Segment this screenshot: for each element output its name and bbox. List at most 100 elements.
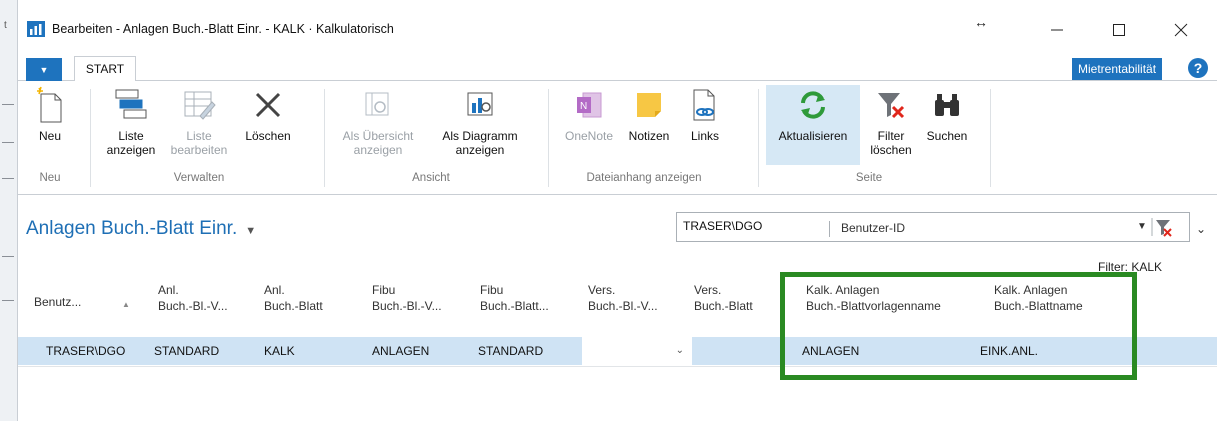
refresh-icon bbox=[801, 91, 825, 119]
column-header-benutzer[interactable]: Benutz... bbox=[34, 294, 81, 310]
tab-start[interactable]: START bbox=[74, 56, 136, 82]
column-header-label: Vers. bbox=[694, 283, 722, 297]
column-header-label: Anl. bbox=[158, 283, 179, 297]
group-label-neu: Neu bbox=[39, 172, 61, 184]
group-separator bbox=[548, 89, 549, 187]
chevron-down-icon[interactable]: ⌄ bbox=[1196, 222, 1206, 236]
show-as-chart-button[interactable]: Als Diagramm anzeigen bbox=[432, 85, 528, 157]
search-label: Suchen bbox=[926, 129, 968, 143]
new-document-icon bbox=[37, 86, 62, 123]
chart-label1: Als Diagramm bbox=[442, 129, 518, 143]
group-label-dateianhang: Dateianhang anzeigen bbox=[586, 172, 702, 184]
chart-icon bbox=[467, 92, 493, 116]
delete-icon bbox=[255, 92, 281, 118]
filter-field-select[interactable]: Benutzer-ID bbox=[841, 221, 905, 235]
maximize-button[interactable] bbox=[1097, 12, 1141, 48]
chart-label2: anzeigen bbox=[455, 143, 505, 157]
minimize-button[interactable] bbox=[1035, 12, 1079, 48]
new-label: Neu bbox=[38, 129, 61, 143]
refresh-label: Aktualisieren bbox=[778, 129, 848, 143]
clear-filter-button[interactable]: Filter löschen bbox=[868, 85, 914, 157]
svg-text:N: N bbox=[580, 101, 587, 112]
column-header-vers-blatt[interactable]: Vers. Buch.-Blatt bbox=[694, 282, 753, 314]
column-header-label: Buch.-Bl.-V... bbox=[372, 299, 442, 313]
divider bbox=[829, 221, 830, 237]
group-label-ansicht: Ansicht bbox=[412, 172, 450, 184]
refresh-button[interactable]: Aktualisieren bbox=[766, 85, 860, 165]
chevron-down-icon: ⌄ bbox=[675, 345, 684, 356]
close-button[interactable] bbox=[1159, 12, 1203, 48]
vers-vorlage-dropdown[interactable]: ⌄ bbox=[582, 337, 692, 365]
group-separator bbox=[758, 89, 759, 187]
column-header-anl-vorlage[interactable]: Anl. Buch.-Bl.-V... bbox=[158, 282, 228, 314]
show-list-label2: anzeigen bbox=[106, 143, 156, 157]
edit-list-button[interactable]: Liste bearbeiten bbox=[168, 85, 230, 157]
chevron-down-icon[interactable]: ▼ bbox=[245, 225, 256, 237]
notes-button[interactable]: Notizen bbox=[620, 85, 678, 143]
divider bbox=[2, 178, 14, 179]
resize-icon[interactable]: ↔ bbox=[974, 14, 988, 30]
column-header-label: Buch.-Blatt bbox=[264, 299, 323, 313]
maximize-icon bbox=[1113, 24, 1125, 36]
sort-ascending-icon[interactable]: ▲ bbox=[122, 300, 130, 309]
annotation-highlight-box bbox=[780, 272, 1137, 380]
column-header-label: Buch.-Bl.-V... bbox=[158, 299, 228, 313]
edit-list-label2: bearbeiten bbox=[170, 143, 228, 157]
notes-label: Notizen bbox=[628, 129, 670, 143]
app-menu-button[interactable]: ▼ bbox=[26, 58, 62, 82]
clear-filter-icon bbox=[878, 93, 905, 119]
help-icon[interactable]: ? bbox=[1188, 58, 1208, 78]
divider bbox=[2, 142, 14, 143]
clear-filter-label1: Filter bbox=[877, 129, 905, 143]
quick-filter[interactable]: TRASER\DGO Benutzer-ID ▼ bbox=[676, 212, 1190, 242]
delete-button[interactable]: Löschen bbox=[240, 85, 296, 143]
page-title-wrap[interactable]: Anlagen Buch.-Blatt Einr. ▼ bbox=[26, 218, 256, 240]
onenote-icon: N bbox=[577, 92, 602, 118]
binoculars-icon bbox=[935, 94, 959, 116]
ribbon: Neu Neu Liste anzeigen Liste bearbeiten bbox=[18, 81, 1217, 195]
chevron-down-icon[interactable]: ▼ bbox=[1137, 221, 1147, 232]
new-button[interactable]: Neu bbox=[30, 85, 70, 143]
edit-list-label1: Liste bbox=[186, 129, 212, 143]
title-bar: Bearbeiten - Anlagen Buch.-Blatt Einr. -… bbox=[18, 0, 1217, 52]
clear-filter-label2: löschen bbox=[870, 143, 912, 157]
column-header-fibu-blatt[interactable]: Fibu Buch.-Blatt... bbox=[480, 282, 549, 314]
links-button[interactable]: Links bbox=[682, 85, 728, 143]
show-as-overview-button[interactable]: Als Übersicht anzeigen bbox=[334, 85, 422, 157]
overview-icon bbox=[365, 92, 389, 116]
group-separator bbox=[990, 89, 991, 187]
cell-anl-blatt[interactable]: KALK bbox=[264, 344, 295, 358]
search-button[interactable]: Suchen bbox=[922, 85, 972, 143]
column-header-anl-blatt[interactable]: Anl. Buch.-Blatt bbox=[264, 282, 323, 314]
cell-anl-vorlage[interactable]: STANDARD bbox=[154, 344, 219, 358]
column-header-label: Buch.-Blatt bbox=[694, 299, 753, 313]
column-header-label: Buch.-Blatt... bbox=[480, 299, 549, 313]
edit-list-icon bbox=[184, 91, 216, 120]
show-list-button[interactable]: Liste anzeigen bbox=[102, 85, 160, 157]
notes-icon bbox=[637, 93, 661, 117]
column-header-label: Vers. bbox=[588, 283, 616, 297]
column-header-label: Fibu bbox=[480, 283, 504, 297]
links-label: Links bbox=[690, 129, 719, 143]
filter-input[interactable]: TRASER\DGO bbox=[683, 219, 762, 233]
onenote-button[interactable]: N OneNote bbox=[560, 85, 618, 143]
list-view-icon bbox=[115, 89, 147, 119]
cell-fibu-vorlage[interactable]: ANLAGEN bbox=[372, 344, 429, 358]
show-list-label1: Liste bbox=[118, 129, 144, 143]
delete-label: Löschen bbox=[245, 129, 291, 143]
cell-fibu-blatt[interactable]: STANDARD bbox=[478, 344, 543, 358]
divider bbox=[2, 256, 14, 257]
company-badge[interactable]: Mietrentabilität bbox=[1072, 58, 1163, 80]
column-header-label: Benutz... bbox=[34, 295, 82, 309]
divider bbox=[2, 104, 14, 105]
background-text: t bbox=[4, 20, 7, 31]
cell-benutzer[interactable]: TRASER\DGO bbox=[46, 344, 125, 358]
minimize-icon bbox=[1051, 29, 1063, 31]
ribbon-tab-bar: ▼ START bbox=[18, 52, 1217, 82]
overview-label2: anzeigen bbox=[353, 143, 403, 157]
app-window: Bearbeiten - Anlagen Buch.-Blatt Einr. -… bbox=[18, 0, 1217, 421]
group-label-verwalten: Verwalten bbox=[173, 172, 225, 184]
column-header-fibu-vorlage[interactable]: Fibu Buch.-Bl.-V... bbox=[372, 282, 442, 314]
column-header-vers-vorlage[interactable]: Vers. Buch.-Bl.-V... bbox=[588, 282, 658, 314]
clear-filter-icon[interactable] bbox=[1151, 217, 1173, 237]
